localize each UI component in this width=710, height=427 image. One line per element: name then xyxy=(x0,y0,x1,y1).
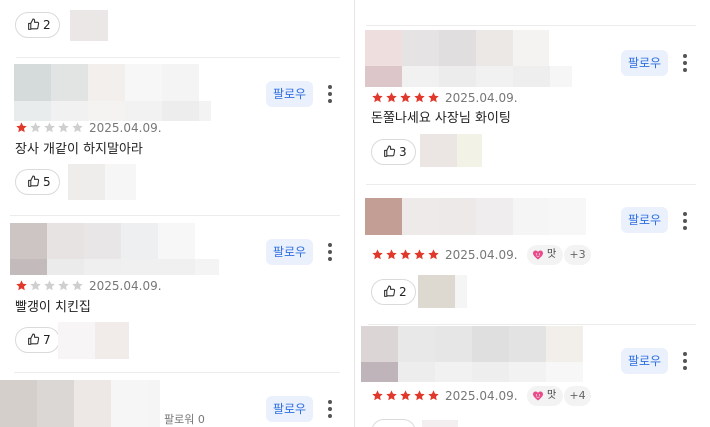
blurred-photo[interactable] xyxy=(420,134,482,167)
taste-tag: 맛 xyxy=(527,245,563,265)
star-icon xyxy=(58,280,69,291)
like-button[interactable] xyxy=(371,419,416,427)
star-icon xyxy=(372,249,383,260)
column-divider xyxy=(354,0,355,427)
heart-face-icon xyxy=(533,250,543,260)
star-icon xyxy=(414,390,425,401)
kebab-menu-icon[interactable] xyxy=(325,85,335,103)
star-icon xyxy=(44,280,55,291)
thumbs-up-icon xyxy=(384,145,396,157)
review-separator xyxy=(16,57,340,58)
thumbs-up-icon xyxy=(384,285,396,297)
right-review-column: 팔로우 2025.04.09. 돈쭐나세요 사장님 화이팅 3 팔로우 2025.04.0… xyxy=(356,0,710,427)
follow-button[interactable]: 팔로우 xyxy=(621,50,668,76)
star-icon xyxy=(386,92,397,103)
kebab-menu-icon[interactable] xyxy=(680,352,690,370)
like-count: 3 xyxy=(399,145,407,159)
review-date: 2025.04.09. xyxy=(445,389,518,403)
blurred-profile-banner[interactable] xyxy=(10,223,219,275)
star-icon xyxy=(30,122,41,133)
kebab-menu-icon[interactable] xyxy=(325,400,335,418)
blurred-profile-banner[interactable] xyxy=(361,326,583,382)
follow-button[interactable]: 팔로우 xyxy=(621,207,668,233)
more-tags-badge[interactable]: +3 xyxy=(564,245,591,265)
taste-tag: 맛 xyxy=(527,386,563,406)
blurred-profile-banner[interactable] xyxy=(365,30,572,87)
blurred-photo[interactable] xyxy=(418,275,467,308)
tag-label: 맛 xyxy=(547,390,557,401)
review-text: 돈쭐나세요 사장님 화이팅 xyxy=(371,111,511,126)
blurred-photo[interactable] xyxy=(422,420,458,427)
star-icon xyxy=(372,390,383,401)
follow-button[interactable]: 팔로우 xyxy=(266,239,313,265)
follower-count: 팔로워 0 xyxy=(164,413,205,426)
star-rating xyxy=(371,248,440,262)
review-text: 빨갱이 치킨집 xyxy=(15,300,91,315)
star-icon xyxy=(428,390,439,401)
star-rating xyxy=(15,279,84,293)
tag-label: 맛 xyxy=(547,249,557,260)
star-icon xyxy=(44,122,55,133)
kebab-menu-icon[interactable] xyxy=(680,54,690,72)
star-icon xyxy=(386,390,397,401)
review-separator xyxy=(10,215,340,216)
like-count: 7 xyxy=(43,333,51,347)
follow-button[interactable]: 팔로우 xyxy=(266,81,313,107)
star-icon xyxy=(16,122,27,133)
like-count: 5 xyxy=(43,175,51,189)
star-rating xyxy=(15,121,84,135)
left-review-column: 2 팔로우 2025.04.09. 장사 개같이 하지말아라 5 팔로우 2025.04.0… xyxy=(0,0,354,427)
follow-button[interactable]: 팔로우 xyxy=(266,396,313,422)
review-date: 2025.04.09. xyxy=(445,91,518,105)
review-separator xyxy=(366,25,696,26)
blurred-profile-banner[interactable] xyxy=(365,198,586,235)
star-icon xyxy=(372,92,383,103)
star-icon xyxy=(428,92,439,103)
review-text: 장사 개같이 하지말아라 xyxy=(15,142,143,157)
like-button[interactable]: 2 xyxy=(15,12,60,38)
like-button[interactable]: 3 xyxy=(371,139,416,165)
thumbs-up-icon xyxy=(28,18,40,30)
star-icon xyxy=(386,249,397,260)
star-icon xyxy=(400,390,411,401)
more-tags-badge[interactable]: +4 xyxy=(564,386,591,406)
like-count: 2 xyxy=(399,285,407,299)
star-icon xyxy=(414,92,425,103)
star-rating xyxy=(371,389,440,403)
blurred-profile-banner[interactable] xyxy=(14,64,211,121)
star-icon xyxy=(58,122,69,133)
like-count: 2 xyxy=(43,18,51,32)
like-button[interactable]: 5 xyxy=(15,169,60,195)
kebab-menu-icon[interactable] xyxy=(680,212,690,230)
review-separator xyxy=(14,372,340,373)
star-icon xyxy=(400,92,411,103)
like-button[interactable]: 7 xyxy=(15,327,60,353)
star-icon xyxy=(72,122,83,133)
heart-face-icon xyxy=(533,391,543,401)
thumbs-up-icon xyxy=(28,333,40,345)
blurred-profile-banner[interactable] xyxy=(0,380,160,427)
star-icon xyxy=(30,280,41,291)
review-date: 2025.04.09. xyxy=(445,248,518,262)
star-icon xyxy=(428,249,439,260)
star-icon xyxy=(72,280,83,291)
blurred-photo[interactable] xyxy=(58,322,129,359)
thumbs-up-icon xyxy=(28,175,40,187)
review-date: 2025.04.09. xyxy=(89,121,162,135)
review-separator xyxy=(366,184,696,185)
star-icon xyxy=(400,249,411,260)
blurred-photo[interactable] xyxy=(70,10,108,41)
like-button[interactable]: 2 xyxy=(371,279,416,305)
review-separator xyxy=(368,324,696,325)
blurred-photo[interactable] xyxy=(68,164,136,200)
star-rating xyxy=(371,91,440,105)
kebab-menu-icon[interactable] xyxy=(325,243,335,261)
star-icon xyxy=(16,280,27,291)
star-icon xyxy=(414,249,425,260)
review-date: 2025.04.09. xyxy=(89,279,162,293)
follow-button[interactable]: 팔로우 xyxy=(621,348,668,374)
